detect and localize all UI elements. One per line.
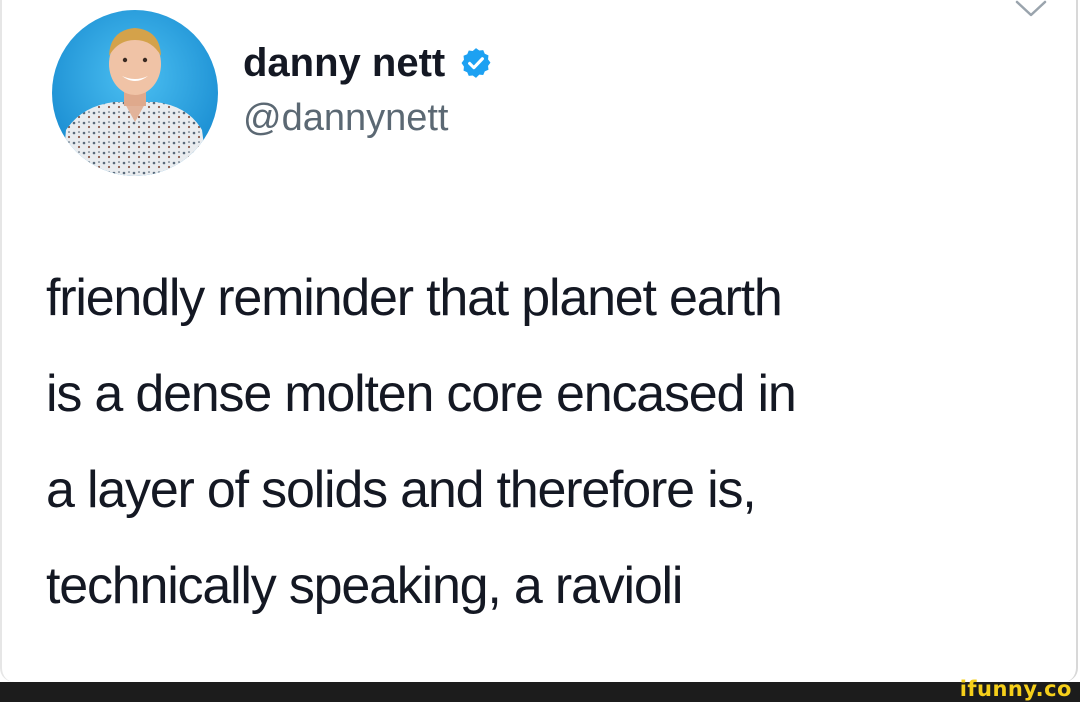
tweet-text-line: friendly reminder that planet earth [46,269,783,327]
avatar[interactable] [52,10,218,176]
tweet-text-line: a layer of solids and therefore is, [46,461,757,519]
tweet-text-line: is a dense molten core encased in [46,365,797,423]
tweet-card: danny nett @dannynett friendly reminder … [0,0,1078,682]
handle[interactable]: @dannynett [243,97,493,140]
chevron-down-icon[interactable] [1014,0,1048,20]
tweet-text-line: technically speaking, a ravioli [46,557,683,615]
avatar-image [52,10,218,176]
author-block: danny nett @dannynett [243,35,493,140]
tweet-text: friendly reminder that planet earth is a… [46,250,1046,634]
verified-badge-icon [461,48,491,78]
watermark-bar [0,682,1080,702]
page: danny nett @dannynett friendly reminder … [0,0,1080,702]
name-row: danny nett [243,35,493,91]
display-name[interactable]: danny nett [243,41,445,86]
ifunny-watermark: ifunny.co [959,677,1072,701]
